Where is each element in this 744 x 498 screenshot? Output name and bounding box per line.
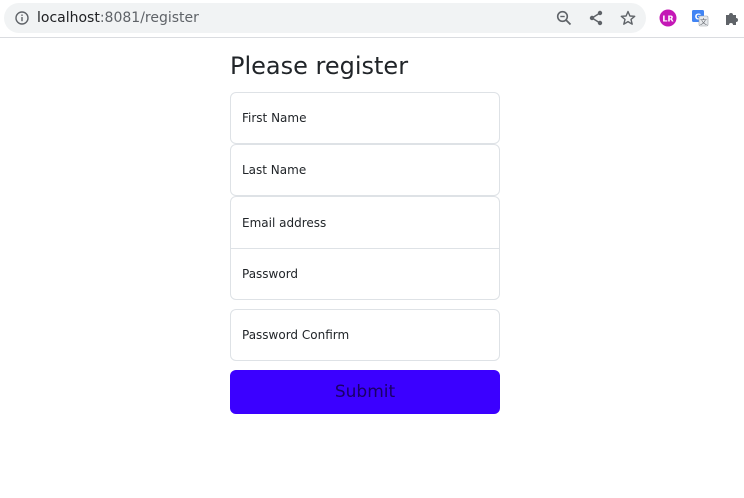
password-field[interactable] bbox=[230, 248, 500, 300]
svg-text:文: 文 bbox=[700, 17, 707, 26]
password-confirm-field[interactable] bbox=[230, 309, 500, 361]
share-icon[interactable] bbox=[588, 10, 604, 26]
browser-toolbar: localhost:8081/register LR G 文 bbox=[0, 0, 744, 38]
zoom-icon[interactable] bbox=[556, 10, 572, 26]
extension-translate-icon[interactable]: G 文 bbox=[691, 9, 709, 27]
page-title: Please register bbox=[230, 52, 409, 80]
password-input[interactable] bbox=[231, 249, 499, 299]
extension-lr-icon[interactable]: LR bbox=[659, 9, 677, 27]
last-name-input[interactable] bbox=[231, 145, 499, 195]
extensions-puzzle-icon[interactable] bbox=[723, 9, 741, 27]
last-name-field[interactable] bbox=[230, 144, 500, 196]
svg-text:LR: LR bbox=[662, 15, 673, 24]
password-confirm-input[interactable] bbox=[231, 310, 499, 360]
submit-button[interactable]: Submit bbox=[230, 370, 500, 414]
first-name-input[interactable] bbox=[231, 93, 499, 143]
url-text[interactable]: localhost:8081/register bbox=[37, 9, 199, 27]
email-field[interactable] bbox=[230, 196, 500, 249]
url-host: localhost bbox=[37, 10, 100, 26]
first-name-field[interactable] bbox=[230, 92, 500, 144]
email-input[interactable] bbox=[231, 197, 499, 248]
info-icon[interactable] bbox=[15, 11, 29, 25]
bookmark-star-icon[interactable] bbox=[620, 10, 636, 26]
url-path: :8081/register bbox=[99, 10, 199, 26]
address-bar[interactable]: localhost:8081/register bbox=[4, 3, 646, 33]
